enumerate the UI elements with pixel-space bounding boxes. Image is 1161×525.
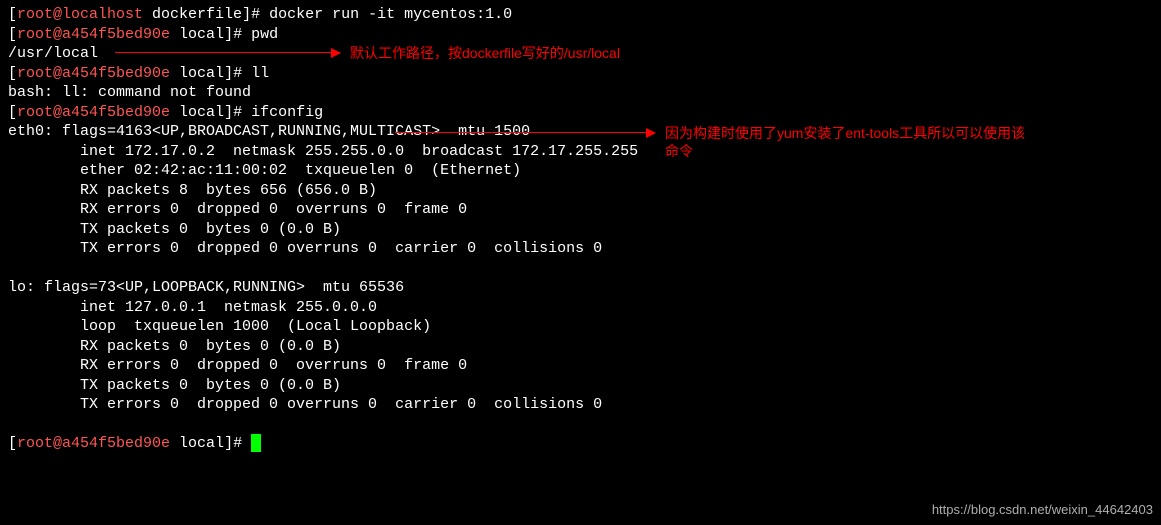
ifconfig-lo-rx-packets: RX packets 0 bytes 0 (0.0 B) <box>8 337 1153 357</box>
userhost: root@a454f5bed90e <box>17 435 170 452</box>
bracket-close: ]# <box>242 6 269 23</box>
bracket-close: ]# <box>224 26 251 43</box>
cursor-icon[interactable] <box>251 434 261 452</box>
blank-line-1 <box>8 259 1153 279</box>
bracket-open: [ <box>8 26 17 43</box>
line-4: [root@a454f5bed90e local]# ll <box>8 64 1153 84</box>
bash-error: bash: ll: command not found <box>8 84 251 101</box>
bracket-close: ]# <box>224 104 251 121</box>
userhost: root@localhost <box>17 6 143 23</box>
bracket-open: [ <box>8 435 17 452</box>
bracket-open: [ <box>8 65 17 82</box>
watermark: https://blog.csdn.net/weixin_44642403 <box>932 502 1153 519</box>
bracket-close: ]# <box>224 65 251 82</box>
arrow-2-icon <box>395 132 655 133</box>
annotation-ifconfig-line2: 命令 <box>665 142 1025 160</box>
bracket-open: [ <box>8 6 17 23</box>
line-6: [root@a454f5bed90e local]# ifconfig <box>8 103 1153 123</box>
blank-line-2 <box>8 415 1153 435</box>
command: pwd <box>251 26 278 43</box>
path: local <box>170 104 224 121</box>
annotation-ifconfig-line1: 因为构建时使用了yum安装了ent-tools工具所以可以使用该 <box>665 124 1025 142</box>
line-23-prompt: [root@a454f5bed90e local]# <box>8 434 1153 454</box>
ifconfig-lo-loop: loop txqueuelen 1000 (Local Loopback) <box>8 317 1153 337</box>
line-5-output: bash: ll: command not found <box>8 83 1153 103</box>
ifconfig-lo-rx-errors: RX errors 0 dropped 0 overruns 0 frame 0 <box>8 356 1153 376</box>
line-2: [root@a454f5bed90e local]# pwd <box>8 25 1153 45</box>
path: dockerfile <box>143 6 242 23</box>
path: local <box>170 65 224 82</box>
ifconfig-eth0-rx-packets: RX packets 8 bytes 656 (656.0 B) <box>8 181 1153 201</box>
command: ll <box>251 65 269 82</box>
userhost: root@a454f5bed90e <box>17 65 170 82</box>
command: docker run -it mycentos:1.0 <box>269 6 512 23</box>
line-1: [root@localhost dockerfile]# docker run … <box>8 5 1153 25</box>
ifconfig-eth0-rx-errors: RX errors 0 dropped 0 overruns 0 frame 0 <box>8 200 1153 220</box>
arrow-1-icon <box>115 52 340 53</box>
bracket-open: [ <box>8 104 17 121</box>
command: ifconfig <box>251 104 323 121</box>
ifconfig-lo-header: lo: flags=73<UP,LOOPBACK,RUNNING> mtu 65… <box>8 278 1153 298</box>
ifconfig-lo-tx-errors: TX errors 0 dropped 0 overruns 0 carrier… <box>8 395 1153 415</box>
ifconfig-lo-inet: inet 127.0.0.1 netmask 255.0.0.0 <box>8 298 1153 318</box>
path: local <box>170 435 224 452</box>
userhost: root@a454f5bed90e <box>17 26 170 43</box>
annotation-ifconfig: 因为构建时使用了yum安装了ent-tools工具所以可以使用该 命令 <box>665 124 1025 160</box>
bracket-close: ]# <box>224 435 251 452</box>
ifconfig-eth0-tx-packets: TX packets 0 bytes 0 (0.0 B) <box>8 220 1153 240</box>
ifconfig-lo-tx-packets: TX packets 0 bytes 0 (0.0 B) <box>8 376 1153 396</box>
ifconfig-eth0-tx-errors: TX errors 0 dropped 0 overruns 0 carrier… <box>8 239 1153 259</box>
annotation-pwd: 默认工作路径，按dockerfile写好的/usr/local <box>350 44 620 62</box>
terminal-output[interactable]: [root@localhost dockerfile]# docker run … <box>8 5 1153 454</box>
userhost: root@a454f5bed90e <box>17 104 170 121</box>
ifconfig-eth0-ether: ether 02:42:ac:11:00:02 txqueuelen 0 (Et… <box>8 161 1153 181</box>
pwd-output: /usr/local <box>8 45 98 62</box>
path: local <box>170 26 224 43</box>
